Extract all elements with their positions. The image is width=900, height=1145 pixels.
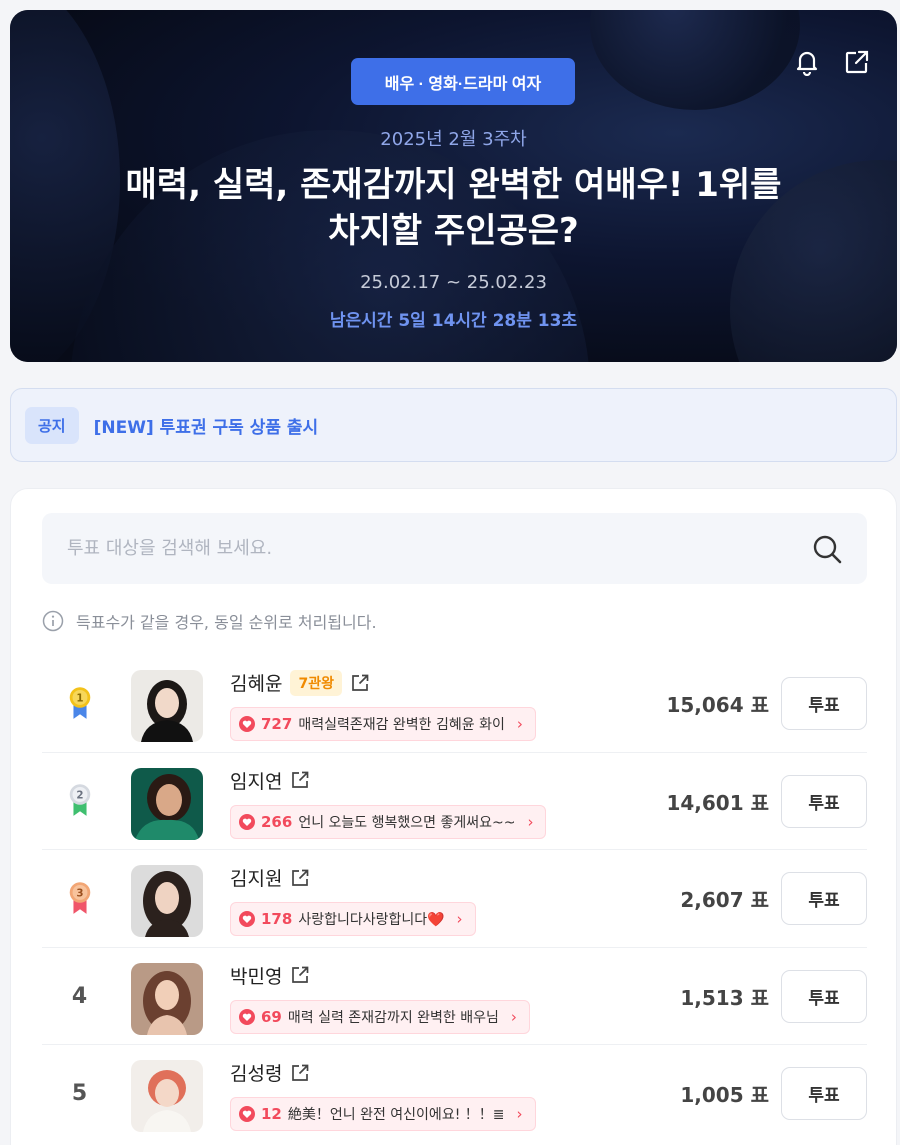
ranking-card: 득표수가 같을 경우, 동일 순위로 처리됩니다. 1 김혜윤 7관왕 727 … xyxy=(10,488,897,1145)
share-icon[interactable] xyxy=(843,48,871,76)
vote-button[interactable]: 투표 xyxy=(781,872,867,925)
comment-count: 178 xyxy=(261,910,293,928)
external-link-icon[interactable] xyxy=(290,868,310,888)
background-orb xyxy=(590,10,800,110)
vote-button[interactable]: 투표 xyxy=(781,969,867,1023)
chevron-right-icon: › xyxy=(456,910,463,928)
comment-preview[interactable]: 69 매력 실력 존재감까지 완벽한 배우님 › xyxy=(230,999,530,1034)
name-line: 김혜윤 7관왕 xyxy=(230,669,370,696)
rank-number: 5 xyxy=(62,1045,97,1142)
vote-button[interactable]: 투표 xyxy=(781,774,867,828)
vote-count: 2,607 표 xyxy=(680,888,769,912)
heart-icon xyxy=(239,1106,255,1122)
candidate-name: 김성령 xyxy=(230,1063,283,1085)
avatar[interactable] xyxy=(131,1060,203,1132)
rank-medal: 1 xyxy=(62,655,97,752)
search-box xyxy=(42,513,867,584)
comment-text: 絶美！언니 완전 여신이에요! ！！≣ xyxy=(287,1107,505,1123)
hero-banner: 배우 · 영화·드라마 여자 2025년 2월 3주차 매력, 실력, 존재감까… xyxy=(10,10,897,362)
title-line: 매력, 실력, 존재감까지 완벽한 여배우! 1위를 xyxy=(125,165,782,205)
search-icon[interactable] xyxy=(811,533,843,565)
remaining-time: 남은시간 5일 14시간 28분 13초 xyxy=(329,311,578,331)
name-line: 김성령 xyxy=(230,1059,310,1086)
avatar[interactable] xyxy=(131,670,203,742)
avatar[interactable] xyxy=(131,865,203,937)
name-line: 임지연 xyxy=(230,767,310,794)
silver-medal-icon: 2 xyxy=(69,784,90,816)
notice-text[interactable]: [NEW] 투표권 구독 상품 출시 xyxy=(94,413,319,438)
medal-number: 1 xyxy=(76,692,83,704)
candidate-name: 김지원 xyxy=(230,868,283,890)
candidate-name: 김혜윤 xyxy=(230,673,283,695)
ranking-list: 1 김혜윤 7관왕 727 매력실력존재감 완벽한 김혜윤 화이 › 15,06… xyxy=(42,655,867,1143)
chevron-right-icon: › xyxy=(510,1007,517,1026)
ranking-row: 5 김성령 12 絶美！언니 완전 여신이에요! ！！≣ › 1,005 표 투… xyxy=(42,1045,867,1143)
external-link-icon[interactable] xyxy=(290,770,310,790)
heart-icon xyxy=(239,716,255,732)
comment-preview[interactable]: 266 언니 오늘도 행복했으면 좋게써요~~ › xyxy=(230,804,547,839)
candidate-name: 박민영 xyxy=(230,965,283,988)
chevron-right-icon: › xyxy=(516,715,523,733)
vote-count: 14,601 표 xyxy=(666,790,769,815)
date-range: 25.02.17 ~ 25.02.23 xyxy=(360,272,547,293)
hero-actions xyxy=(793,48,871,77)
gold-medal-icon: 1 xyxy=(69,686,90,719)
page-title: 매력, 실력, 존재감까지 완벽한 여배우! 1위를 차지할 주인공은? xyxy=(50,162,857,254)
category-button[interactable]: 배우 · 영화·드라마 여자 xyxy=(351,58,575,105)
name-line: 박민영 xyxy=(230,962,310,989)
external-link-icon[interactable] xyxy=(350,673,370,693)
vote-count: 15,064 표 xyxy=(666,693,769,717)
rank-number: 4 xyxy=(62,948,97,1045)
comment-text: 매력실력존재감 완벽한 김혜윤 화이 xyxy=(298,717,505,733)
external-link-icon[interactable] xyxy=(290,965,310,985)
comment-preview[interactable]: 12 絶美！언니 완전 여신이에요! ！！≣ › xyxy=(230,1097,536,1131)
rank-number-text: 4 xyxy=(71,983,88,1009)
vote-count: 1,005 표 xyxy=(680,1083,769,1107)
candidate-name: 임지연 xyxy=(230,770,283,793)
comment-count: 266 xyxy=(261,812,293,831)
comment-text: 언니 오늘도 행복했으면 좋게써요~~ xyxy=(298,814,516,831)
comment-preview[interactable]: 178 사랑합니다사랑합니다❤️ › xyxy=(230,902,476,936)
avatar[interactable] xyxy=(131,767,203,840)
info-icon xyxy=(42,610,64,632)
heart-icon xyxy=(239,1008,255,1025)
ranking-row: 3 김지원 178 사랑합니다사랑합니다❤️ › 2,607 표 투표 xyxy=(42,850,867,948)
week-label: 2025년 2월 3주차 xyxy=(380,129,527,150)
search-input[interactable] xyxy=(67,538,767,559)
rank-number-text: 5 xyxy=(71,1081,88,1106)
vote-button[interactable]: 투표 xyxy=(781,1067,867,1120)
rank-medal: 3 xyxy=(62,850,97,947)
heart-icon xyxy=(239,813,255,830)
comment-count: 727 xyxy=(261,715,293,733)
comment-count: 12 xyxy=(261,1105,282,1123)
comment-text: 사랑합니다사랑합니다❤️ xyxy=(298,912,445,928)
external-link-icon[interactable] xyxy=(290,1063,310,1083)
info-note: 득표수가 같을 경우, 동일 순위로 처리됩니다. xyxy=(42,609,377,633)
name-line: 김지원 xyxy=(230,864,310,891)
vote-count: 1,513 표 xyxy=(680,985,769,1010)
title-line: 차지할 주인공은? xyxy=(328,211,579,251)
ranking-row: 1 김혜윤 7관왕 727 매력실력존재감 완벽한 김혜윤 화이 › 15,06… xyxy=(42,655,867,753)
chevron-right-icon: › xyxy=(516,1105,523,1123)
notice-badge: 공지 xyxy=(25,406,79,444)
title-badge: 7관왕 xyxy=(290,669,342,696)
bronze-medal-icon: 3 xyxy=(69,881,90,914)
info-text: 득표수가 같을 경우, 동일 순위로 처리됩니다. xyxy=(76,613,377,632)
comment-count: 69 xyxy=(261,1007,282,1026)
ranking-row: 4 박민영 69 매력 실력 존재감까지 완벽한 배우님 › 1,513 표 투… xyxy=(42,948,867,1045)
avatar[interactable] xyxy=(131,962,203,1035)
bell-icon[interactable] xyxy=(793,48,821,77)
ranking-row: 2 임지연 266 언니 오늘도 행복했으면 좋게써요~~ › 14,601 표… xyxy=(42,753,867,850)
medal-number: 3 xyxy=(76,887,83,899)
comment-text: 매력 실력 존재감까지 완벽한 배우님 xyxy=(287,1009,499,1026)
notice-bar[interactable]: 공지 [NEW] 투표권 구독 상품 출시 xyxy=(10,388,897,462)
chevron-right-icon: › xyxy=(527,812,534,831)
rank-medal: 2 xyxy=(62,753,97,850)
heart-icon xyxy=(239,911,255,927)
comment-preview[interactable]: 727 매력실력존재감 완벽한 김혜윤 화이 › xyxy=(230,707,536,741)
vote-button[interactable]: 투표 xyxy=(781,677,867,730)
medal-number: 2 xyxy=(76,790,83,802)
